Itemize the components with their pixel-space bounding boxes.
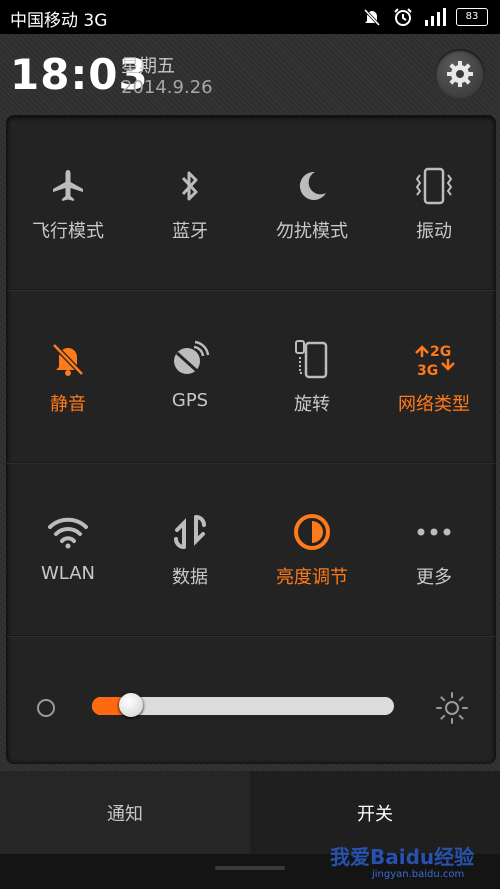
toggle-more[interactable]: 更多 <box>373 462 495 635</box>
mute-icon <box>363 8 381 27</box>
gps-icon <box>174 340 210 374</box>
toggle-label: 更多 <box>416 567 452 588</box>
carrier-label: 中国移动 3G <box>10 11 108 31</box>
tab-notifications[interactable]: 通知 <box>0 771 251 854</box>
toggle-label: WLAN <box>40 563 96 584</box>
brightness-thumb[interactable] <box>119 693 143 717</box>
alarm-icon <box>394 8 412 26</box>
gear-icon <box>447 61 473 87</box>
toggle-mute[interactable]: 静音 <box>7 289 129 462</box>
toggle-label: 飞行模式 <box>32 221 104 242</box>
toggle-label: 振动 <box>416 221 452 242</box>
vibrate-icon <box>415 167 453 205</box>
data-arrows-icon <box>174 515 206 549</box>
watermark-url: jingyan.baidu.com <box>372 869 465 880</box>
quick-settings-panel: 18:03 星期五 2014.9.26 飞行模式 蓝牙 勿扰模式 振动 静音 G… <box>0 34 500 771</box>
home-indicator <box>215 866 285 870</box>
toggle-label: 亮度调节 <box>276 567 348 588</box>
toggle-grid: 飞行模式 蓝牙 勿扰模式 振动 静音 GPS 旋转 2G 3G 网络类型 WLA… <box>6 115 496 764</box>
network-badge-2g: 2G <box>430 344 451 360</box>
toggle-vibrate[interactable]: 振动 <box>373 116 495 289</box>
network-type-icon: 2G 3G <box>415 344 455 379</box>
toggle-gps[interactable]: GPS <box>129 289 251 462</box>
toggle-network-type[interactable]: 2G 3G 网络类型 <box>373 289 495 462</box>
watermark: 我爱Baidu经验 <box>330 845 475 869</box>
rotate-icon <box>295 340 328 379</box>
toggle-brightness[interactable]: 亮度调节 <box>251 462 373 635</box>
brightness-auto-icon <box>294 514 330 550</box>
toggle-label: 旋转 <box>294 394 330 415</box>
toggle-label: 蓝牙 <box>172 221 208 242</box>
battery-indicator: 83 <box>456 8 488 26</box>
moon-icon <box>299 171 326 200</box>
toggle-label: 数据 <box>172 567 208 588</box>
toggle-bluetooth[interactable]: 蓝牙 <box>129 116 251 289</box>
brightness-low-icon <box>37 699 55 717</box>
brightness-slider-row <box>7 635 495 763</box>
bottom-tabs: 通知 开关 我爱Baidu经验 jingyan.baidu.com <box>0 771 500 889</box>
mute-bell-icon <box>52 343 84 376</box>
toggle-rotate[interactable]: 旋转 <box>251 289 373 462</box>
toggle-do-not-disturb[interactable]: 勿扰模式 <box>251 116 373 289</box>
toggle-data[interactable]: 数据 <box>129 462 251 635</box>
toggle-label: 勿扰模式 <box>276 221 348 242</box>
bluetooth-icon <box>181 171 198 201</box>
date-label: 2014.9.26 <box>121 77 213 98</box>
airplane-icon <box>53 170 83 201</box>
brightness-slider[interactable] <box>92 693 394 717</box>
brightness-high-icon <box>436 692 468 724</box>
status-bar: 中国移动 3G 83 <box>0 0 500 34</box>
weekday-label: 星期五 <box>121 56 175 77</box>
more-icon <box>417 528 451 536</box>
signal-icon <box>425 8 446 26</box>
toggle-label: 网络类型 <box>398 394 470 415</box>
toggle-label: GPS <box>171 390 209 411</box>
toggle-airplane[interactable]: 飞行模式 <box>7 116 129 289</box>
toggle-label: 静音 <box>50 394 86 415</box>
status-icons: 83 <box>362 5 488 29</box>
toggle-wlan[interactable]: WLAN <box>7 462 129 635</box>
settings-button[interactable] <box>435 49 485 99</box>
network-badge-3g: 3G <box>417 363 438 379</box>
wifi-icon <box>48 517 88 549</box>
